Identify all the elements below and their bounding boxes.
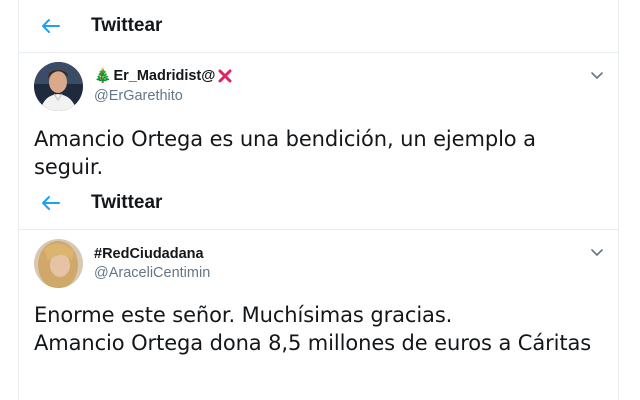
tweet-text-line: Amancio Ortega dona 8,5 millones de euro… [34,331,592,355]
back-arrow-icon [42,196,60,210]
tweet: #RedCiudadana @AraceliCentimin Enorme es… [19,230,618,400]
back-button[interactable] [39,192,61,214]
back-arrow-icon [42,19,60,33]
back-button[interactable] [39,15,61,37]
avatar[interactable] [34,239,83,288]
display-name-line[interactable]: 🎄 Er_Madridist@ [94,67,232,84]
user-handle[interactable]: @AraceliCentimin [94,265,210,281]
tweet-header: Twittear [19,0,618,53]
display-name: Er_Madridist@ [113,67,216,84]
chevron-down-icon[interactable] [590,248,604,258]
user-handle[interactable]: @ErGarethito [94,88,183,104]
tweet-text-line: Enorme este señor. Muchísimas gracias. [34,303,453,327]
tweet: 🎄 Er_Madridist@ @ErGarethito Amancio Ort… [19,53,618,179]
tree-emoji-icon: 🎄 [94,67,112,83]
timeline-column: Twittear 🎄 Er_Madridist@ @ErGarethito Am… [18,0,619,400]
tweet-text: Enorme este señor. Muchísimas gracias. A… [34,301,608,357]
red-x-icon [218,69,232,82]
header-title: Twittear [91,15,163,36]
tweet-text: Amancio Ortega es una bendición, un ejem… [34,127,536,179]
tweet-header: Twittear [19,177,618,230]
chevron-down-icon[interactable] [590,71,604,81]
display-name: #RedCiudadana [94,246,204,262]
avatar[interactable] [34,62,83,111]
display-name-line[interactable]: #RedCiudadana [94,246,204,262]
header-title: Twittear [91,192,163,213]
